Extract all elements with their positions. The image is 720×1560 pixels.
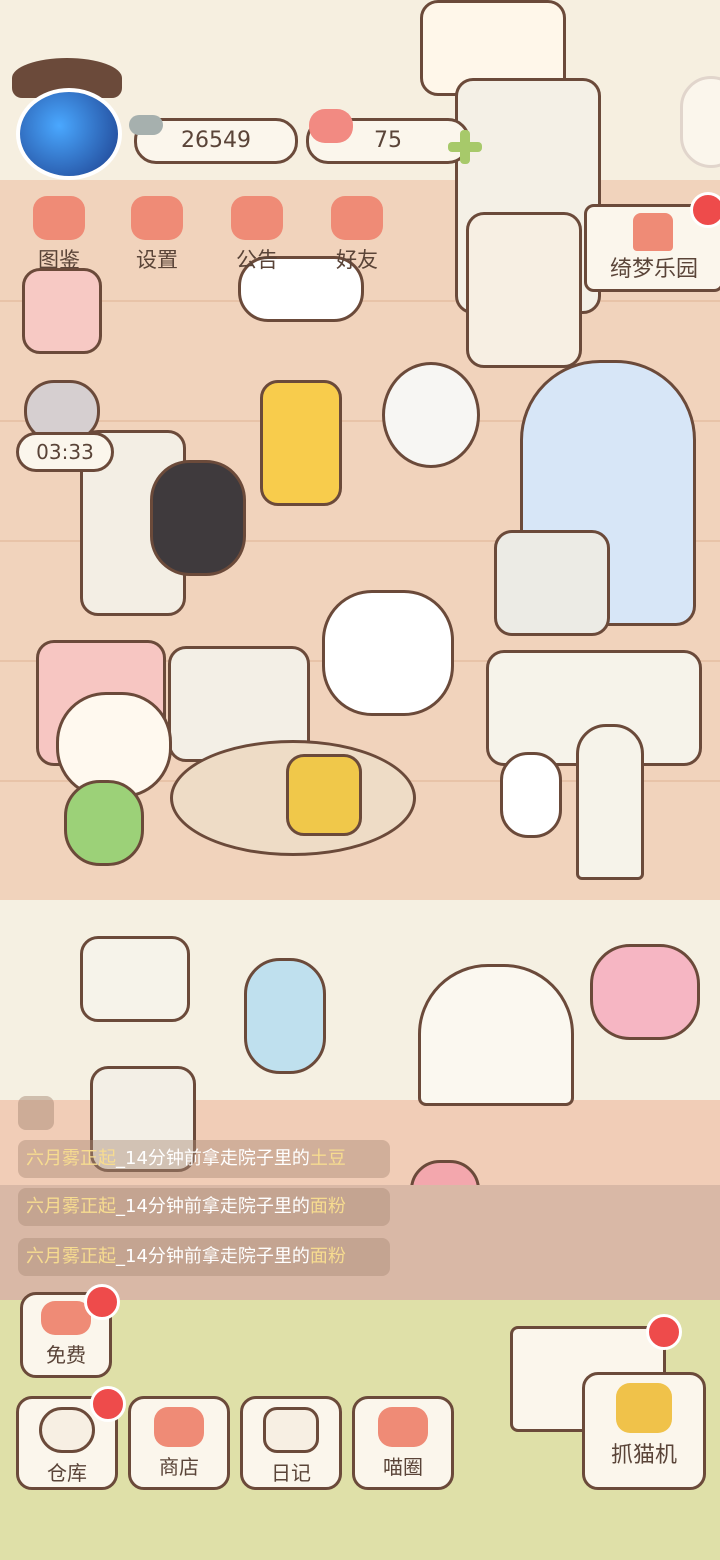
chat-text: _14分钟前拿走院子里的 — [116, 1148, 310, 1169]
fish-currency[interactable]: 26549 — [129, 115, 298, 164]
chat-text: _14分钟前拿走院子里的 — [116, 1196, 310, 1217]
chat-item: 土豆 — [309, 1148, 346, 1169]
cat-planet-icon — [378, 1407, 428, 1447]
claw-machine-button[interactable]: 抓猫机 — [582, 1372, 706, 1490]
warehouse-notification-dot — [90, 1386, 126, 1422]
claw-icon — [616, 1383, 672, 1433]
heart-count: 75 — [374, 128, 402, 153]
flower-door[interactable] — [418, 964, 574, 1106]
chat-message: 六月雾正起_14分钟前拿走院子里的面粉 — [18, 1238, 390, 1276]
timer-text: 03:33 — [36, 440, 94, 464]
diary-label: 日记 — [271, 1461, 311, 1485]
warehouse-label: 仓库 — [47, 1461, 87, 1485]
side-menu-button[interactable] — [680, 76, 720, 168]
shop-button[interactable]: 商店 — [128, 1396, 230, 1490]
yellow-chair[interactable] — [260, 380, 342, 506]
fish-count: 26549 — [181, 128, 251, 153]
menu-friends-label: 好友 — [336, 248, 378, 272]
cat-face-icon — [33, 196, 85, 240]
tabby-cat[interactable] — [322, 590, 454, 716]
friends-icon — [331, 196, 383, 240]
player-avatar[interactable] — [16, 88, 122, 180]
air-conditioner[interactable] — [494, 530, 610, 636]
claw-machine-label: 抓猫机 — [610, 1443, 677, 1468]
menu-collection-button[interactable]: 图鉴 — [14, 196, 104, 274]
menu-settings-label: 设置 — [136, 248, 178, 272]
chat-message: 六月雾正起_14分钟前拿走院子里的面粉 — [18, 1188, 390, 1226]
astronaut-cat[interactable] — [382, 362, 480, 468]
warehouse-icon — [39, 1407, 95, 1453]
chat-message: 六月雾正起_14分钟前拿走院子里的土豆 — [18, 1140, 390, 1178]
cat-circle-button[interactable]: 喵圈 — [352, 1396, 454, 1490]
event-timer: 03:33 — [16, 432, 114, 472]
vending-machine[interactable] — [466, 212, 582, 368]
heart-icon — [309, 109, 353, 143]
diary-button[interactable]: 日记 — [240, 1396, 342, 1490]
yard-notification-dot — [646, 1314, 682, 1350]
free-label: 免费 — [46, 1343, 86, 1367]
black-cat[interactable] — [150, 460, 246, 576]
chat-item: 面粉 — [309, 1196, 346, 1217]
chat-user: 六月雾正起 — [26, 1196, 116, 1217]
menu-announcement-button[interactable]: 公告 — [212, 196, 302, 274]
note-calendar-button[interactable] — [22, 268, 102, 354]
food-box[interactable] — [286, 754, 362, 836]
pink-flowers[interactable] — [590, 944, 700, 1040]
cat-circle-label: 喵圈 — [383, 1455, 423, 1479]
range-hood[interactable] — [80, 936, 190, 1022]
diary-icon — [263, 1407, 319, 1453]
potted-plant[interactable] — [64, 780, 144, 866]
menu-announcement-label: 公告 — [236, 248, 278, 272]
shop-icon — [154, 1407, 204, 1447]
chat-user: 六月雾正起 — [26, 1148, 116, 1169]
mirror[interactable] — [244, 958, 326, 1074]
add-hearts-icon[interactable] — [446, 128, 484, 166]
gear-icon — [131, 196, 183, 240]
chat-text: _14分钟前拿走院子里的 — [116, 1246, 310, 1267]
white-rabbit[interactable] — [500, 752, 562, 838]
floor-lamp[interactable] — [576, 724, 644, 880]
carousel-icon — [633, 213, 673, 251]
park-notification-dot — [690, 192, 720, 228]
free-notification-dot — [84, 1284, 120, 1320]
menu-settings-button[interactable]: 设置 — [112, 196, 202, 274]
park-sign-label: 绮梦乐园 — [609, 257, 698, 282]
chat-item: 面粉 — [309, 1246, 346, 1267]
fish-icon — [129, 115, 163, 135]
gift-icon — [231, 196, 283, 240]
shop-label: 商店 — [159, 1455, 199, 1479]
chat-user: 六月雾正起 — [26, 1246, 116, 1267]
chat-toggle-button[interactable] — [18, 1096, 54, 1130]
menu-friends-button[interactable]: 好友 — [312, 196, 402, 274]
